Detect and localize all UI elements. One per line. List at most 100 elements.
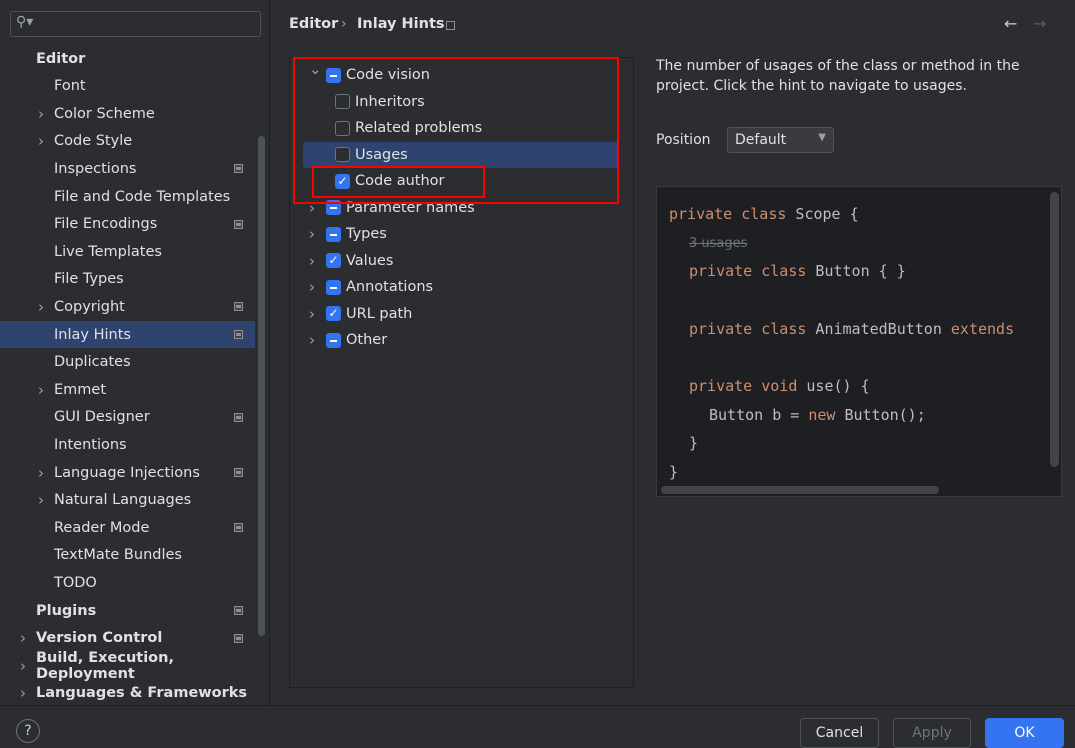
ok-button[interactable]: OK (985, 718, 1064, 748)
chevron-right-icon[interactable]: › (309, 305, 315, 323)
sidebar-item-live-templates[interactable]: Live Templates (0, 238, 255, 265)
sidebar-item-label: Live Templates (54, 243, 162, 260)
sidebar-item-editor[interactable]: Editor (0, 45, 255, 72)
sidebar-item-gui-designer[interactable]: GUI Designer (0, 404, 255, 431)
sidebar-item-label: Natural Languages (54, 492, 192, 509)
tree-item-other[interactable]: › Other (303, 327, 617, 353)
chevron-right-icon[interactable]: › (38, 381, 44, 399)
sidebar-scrollbar[interactable] (258, 136, 265, 636)
sidebar-item-label: Editor (36, 50, 86, 67)
sidebar-item-label: Code Style (54, 133, 133, 150)
tree-item-url-path[interactable]: › ✓ URL path (303, 301, 617, 327)
sidebar-item-inlay-hints[interactable]: Inlay Hints (0, 321, 255, 348)
sidebar-item-label: File Encodings (54, 216, 158, 233)
sidebar-item-label: Duplicates (54, 354, 131, 371)
sidebar-item-file-and-code-templates[interactable]: File and Code Templates (0, 183, 255, 210)
sidebar-item-label: Inspections (54, 160, 137, 177)
project-scope-icon (234, 606, 243, 615)
code-preview: private class Scope { 3 usages private c… (656, 186, 1062, 497)
sidebar-item-file-types[interactable]: File Types (0, 266, 255, 293)
project-scope-icon (446, 21, 455, 30)
chevron-right-icon[interactable]: › (38, 298, 44, 316)
sidebar-item-label: GUI Designer (54, 409, 150, 426)
sidebar-item-label: Color Scheme (54, 105, 155, 122)
sidebar-item-label: Version Control (36, 630, 163, 647)
sidebar-item-build-execution-deployment[interactable]: › Build, Execution, Deployment (0, 649, 255, 682)
checkbox[interactable]: ✓ (326, 253, 341, 268)
back-arrow-icon[interactable]: ← (1004, 14, 1017, 33)
settings-search-input[interactable]: ⚲▾ (10, 11, 261, 37)
help-button[interactable]: ? (16, 719, 40, 743)
project-scope-icon (234, 468, 243, 477)
tree-item-annotations[interactable]: › Annotations (303, 274, 617, 300)
settings-sidebar: ⚲▾ Editor Font › Color Scheme › Code Style Ins… (0, 0, 270, 705)
forward-arrow-icon[interactable]: → (1033, 14, 1046, 33)
sidebar-item-label: Font (54, 78, 86, 95)
sidebar-item-label: Plugins (36, 602, 97, 619)
project-scope-icon (234, 164, 243, 174)
sidebar-item-copyright[interactable]: › Copyright (0, 293, 255, 320)
apply-button[interactable]: Apply (893, 718, 971, 748)
breadcrumb-current: Inlay Hints (357, 16, 445, 32)
sidebar-item-plugins[interactable]: Plugins (0, 597, 255, 624)
tree-item-types[interactable]: › Types (303, 221, 617, 247)
project-scope-icon (234, 302, 243, 312)
checkbox[interactable] (326, 332, 341, 348)
tree-item-label: Values (346, 252, 394, 269)
code-vertical-scrollbar[interactable] (1050, 192, 1059, 467)
chevron-right-icon[interactable]: › (309, 331, 315, 349)
sidebar-item-label: Languages & Frameworks (36, 685, 248, 702)
chevron-right-icon[interactable]: › (20, 629, 26, 647)
chevron-right-icon[interactable]: › (309, 278, 315, 296)
sidebar-item-todo[interactable]: TODO (0, 569, 255, 596)
project-scope-icon (234, 412, 243, 422)
chevron-right-icon[interactable]: › (38, 105, 44, 123)
position-dropdown[interactable]: Default ▼ (727, 127, 834, 153)
tree-item-values[interactable]: › ✓ Values (303, 248, 617, 274)
breadcrumb-editor[interactable]: Editor (289, 16, 338, 32)
project-scope-icon (234, 219, 243, 229)
sidebar-item-label: File Types (54, 271, 124, 288)
sidebar-item-color-scheme[interactable]: › Color Scheme (0, 100, 255, 127)
chevron-right-icon[interactable]: › (38, 132, 44, 150)
code-horizontal-scrollbar[interactable] (661, 486, 939, 494)
footer-divider (0, 705, 1075, 706)
chevron-right-icon[interactable]: › (20, 657, 26, 675)
sidebar-item-label: TextMate Bundles (54, 547, 182, 564)
chevron-right-icon[interactable]: › (38, 491, 44, 509)
sidebar-item-label: TODO (54, 574, 97, 591)
sidebar-item-font[interactable]: Font (0, 73, 255, 100)
sidebar-item-natural-languages[interactable]: › Natural Languages (0, 487, 255, 514)
sidebar-item-duplicates[interactable]: Duplicates (0, 349, 255, 376)
chevron-right-icon[interactable]: › (20, 684, 26, 702)
usages-hint[interactable]: 3 usages (689, 236, 747, 251)
sidebar-item-reader-mode[interactable]: Reader Mode (0, 514, 255, 541)
tree-item-label: URL path (346, 305, 413, 322)
tree-item-label: Other (346, 332, 388, 348)
sidebar-item-label: File and Code Templates (54, 188, 231, 205)
sidebar-item-code-style[interactable]: › Code Style (0, 128, 255, 155)
sidebar-item-intentions[interactable]: Intentions (0, 431, 255, 458)
sidebar-item-textmate-bundles[interactable]: TextMate Bundles (0, 542, 255, 569)
checkbox[interactable] (326, 279, 341, 295)
sidebar-item-version-control[interactable]: › Version Control (0, 625, 255, 652)
sidebar-item-label: Intentions (54, 436, 127, 453)
chevron-right-icon[interactable]: › (309, 252, 315, 270)
cancel-button[interactable]: Cancel (800, 718, 879, 748)
checkbox[interactable] (326, 226, 341, 242)
chevron-right-icon[interactable]: › (309, 225, 315, 243)
checkbox[interactable]: ✓ (326, 306, 341, 321)
chevron-right-icon[interactable]: › (38, 464, 44, 482)
sidebar-item-file-encodings[interactable]: File Encodings (0, 211, 255, 238)
tree-item-label: Annotations (346, 279, 434, 295)
sidebar-item-label: Inlay Hints (54, 326, 131, 343)
sidebar-item-emmet[interactable]: › Emmet (0, 376, 255, 403)
sidebar-item-inspections[interactable]: Inspections (0, 155, 255, 182)
sidebar-item-label: Build, Execution, Deployment (36, 649, 174, 682)
sidebar-item-language-injections[interactable]: › Language Injections (0, 459, 255, 486)
sidebar-item-label: Reader Mode (54, 519, 150, 536)
project-scope-icon (234, 330, 243, 339)
sidebar-item-languages-frameworks[interactable]: › Languages & Frameworks (0, 680, 255, 707)
project-scope-icon (234, 633, 243, 643)
breadcrumb-separator-icon: › (341, 16, 347, 32)
